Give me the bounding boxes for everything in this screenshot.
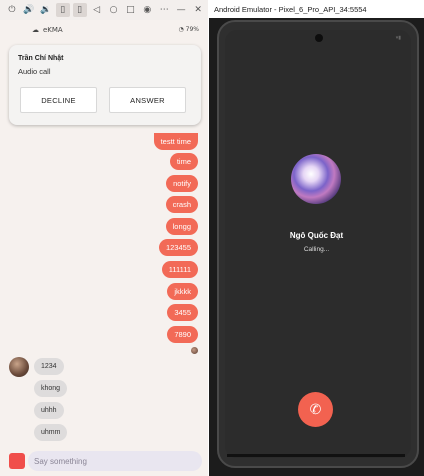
message-bubble-in[interactable]: uhhh	[34, 402, 64, 419]
status-app: ☁ eKMA	[32, 26, 63, 34]
overview-icon[interactable]: □	[123, 3, 137, 17]
screen-root: ⏻ 🔊 🔉 ▯ ▯ ◁ ○ □ ◉ ⋯ — ✕ ☁ eKMA ◔ 79% Trầ…	[0, 0, 424, 476]
battery-text: 79%	[185, 26, 199, 33]
back-icon[interactable]: ◁	[90, 3, 104, 17]
seen-avatar	[191, 347, 198, 354]
incoming-call-notification[interactable]: Trần Chí Nhật Audio call DECLINE ANSWER	[9, 45, 201, 125]
message-bubble-in[interactable]: khong	[34, 380, 68, 397]
window-title: Android Emulator - Pixel_6_Pro_API_34:55…	[209, 0, 424, 18]
decline-button[interactable]: DECLINE	[20, 87, 97, 113]
wifi-icon: ◔	[178, 26, 184, 33]
caller-name: Trần Chí Nhật	[18, 55, 64, 62]
rotate-left-icon[interactable]: ▯	[55, 3, 70, 17]
status-bar: ☁ eKMA ◔ 79%	[0, 24, 208, 38]
message-input-bar: Say something	[0, 446, 208, 476]
message-bubble-out[interactable]: 7890	[167, 326, 198, 343]
notification-app-icon: ☁	[32, 26, 39, 34]
home-icon[interactable]: ○	[107, 3, 121, 17]
nav-bar	[227, 454, 405, 457]
call-type: Audio call	[18, 67, 51, 76]
emulator-pane: Android Emulator - Pixel_6_Pro_API_34:55…	[209, 0, 424, 476]
message-bubble-out[interactable]: crash	[165, 196, 198, 213]
volume-down-icon[interactable]: 🔉	[39, 3, 53, 17]
message-bubble-out[interactable]: 123455	[158, 239, 198, 256]
answer-button[interactable]: ANSWER	[109, 87, 186, 113]
volume-up-icon[interactable]: 🔊	[22, 3, 36, 17]
chat-pane: ⏻ 🔊 🔉 ▯ ▯ ◁ ○ □ ◉ ⋯ — ✕ ☁ eKMA ◔ 79% Trầ…	[0, 0, 208, 476]
status-icons: ◔ 79%	[178, 26, 199, 33]
close-icon[interactable]: ✕	[191, 3, 205, 17]
rotate-right-icon[interactable]: ▯	[72, 3, 87, 17]
callee-avatar	[291, 154, 341, 204]
message-bubble-out[interactable]: longg	[165, 218, 198, 235]
power-icon[interactable]: ⏻	[5, 3, 19, 17]
message-bubble-out[interactable]: notify	[166, 175, 198, 192]
camera-icon[interactable]: ◉	[140, 3, 154, 17]
signal-icon: ▾▮	[395, 35, 401, 41]
minimize-icon[interactable]: —	[174, 3, 188, 17]
phone-hangup-icon: ✆	[309, 401, 322, 418]
message-bubble-out[interactable]: time	[169, 153, 198, 170]
message-bubble-out[interactable]: testt time	[153, 133, 198, 150]
message-bubble-out[interactable]: 111111	[161, 261, 198, 278]
sender-avatar[interactable]	[9, 357, 29, 377]
front-camera-icon	[315, 34, 323, 42]
more-icon[interactable]: ⋯	[157, 3, 171, 17]
end-call-button[interactable]: ✆	[298, 392, 333, 427]
status-app-name: eKMA	[43, 26, 63, 34]
callee-name: Ngô Quốc Đạt	[289, 231, 344, 240]
message-input[interactable]: Say something	[28, 451, 202, 471]
call-status: Calling...	[303, 246, 330, 253]
message-bubble-in[interactable]: 1234	[34, 358, 64, 375]
emulator-toolbar: ⏻ 🔊 🔉 ▯ ▯ ◁ ○ □ ◉ ⋯ — ✕	[0, 0, 208, 20]
attach-image-icon[interactable]	[9, 453, 25, 469]
message-bubble-out[interactable]: jkkkk	[167, 283, 198, 300]
message-bubble-out[interactable]: 3455	[167, 304, 198, 321]
message-bubble-in[interactable]: uhmm	[34, 424, 68, 441]
